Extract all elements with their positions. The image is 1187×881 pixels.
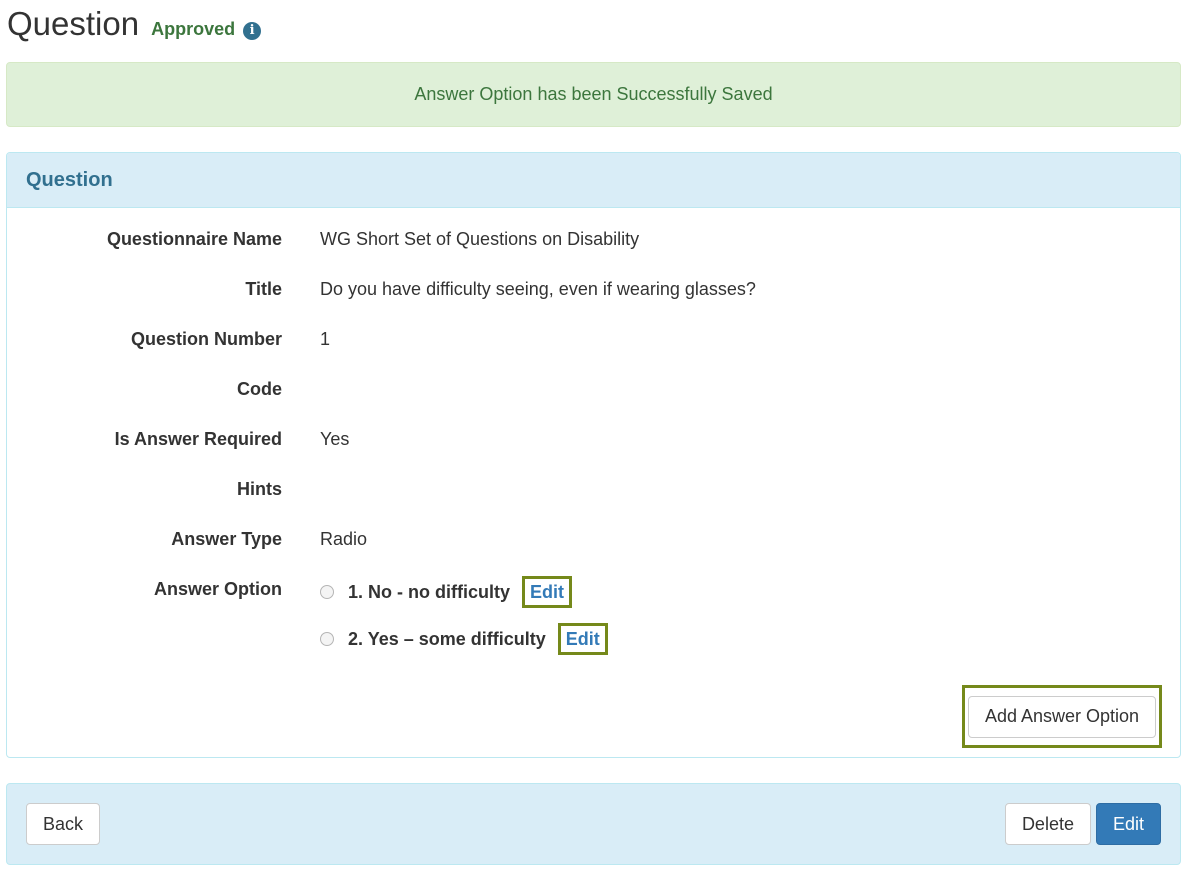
- panel-heading: Question: [7, 153, 1180, 208]
- field-value: WG Short Set of Questions on Disability: [320, 229, 640, 249]
- delete-button[interactable]: Delete: [1004, 803, 1091, 845]
- page-title: Question: [7, 5, 140, 42]
- field-label: Is Answer Required: [114, 429, 282, 449]
- footer-actions: Back Delete Edit: [6, 783, 1181, 865]
- question-panel: Question Questionnaire Name WG Short Set…: [6, 152, 1181, 758]
- field-value: Radio: [320, 529, 368, 549]
- field-label: Question Number: [130, 329, 282, 349]
- field-value: 1: [320, 329, 331, 349]
- field-code: Code: [7, 374, 1180, 404]
- answer-option-text: 2. Yes – some difficulty: [348, 628, 546, 649]
- radio-button[interactable]: [320, 632, 334, 646]
- field-value: Do you have difficulty seeing, even if w…: [320, 279, 756, 299]
- field-hints: Hints: [7, 474, 1180, 504]
- page-header: Question Approved i: [7, 2, 262, 46]
- field-label: Title: [245, 279, 282, 299]
- add-answer-option-button[interactable]: Add Answer Option: [967, 695, 1157, 738]
- success-alert: Answer Option has been Successfully Save…: [6, 62, 1181, 127]
- edit-option-link[interactable]: Edit: [522, 576, 572, 608]
- field-value: Yes: [320, 429, 350, 449]
- field-label: Answer Type: [171, 529, 282, 549]
- info-icon[interactable]: i: [243, 22, 262, 40]
- edit-button[interactable]: Edit: [1095, 803, 1161, 845]
- back-button[interactable]: Back: [26, 803, 101, 845]
- field-questionnaire-name: Questionnaire Name WG Short Set of Quest…: [7, 224, 1180, 254]
- field-label: Questionnaire Name: [106, 229, 282, 249]
- field-label: Answer Option: [153, 579, 282, 599]
- answer-option-text: 1. No - no difficulty: [348, 581, 510, 602]
- field-answer-type: Answer Type Radio: [7, 524, 1180, 554]
- field-is-answer-required: Is Answer Required Yes: [7, 424, 1180, 454]
- add-answer-option-highlight: Add Answer Option: [962, 685, 1162, 748]
- status-badge: Approved: [151, 19, 236, 39]
- field-title: Title Do you have difficulty seeing, eve…: [7, 274, 1180, 304]
- answer-option-item: 1. No - no difficulty Edit: [320, 575, 572, 609]
- field-label: Hints: [237, 479, 282, 499]
- answer-option-item: 2. Yes – some difficulty Edit: [320, 622, 608, 656]
- edit-option-link[interactable]: Edit: [557, 623, 608, 655]
- radio-button[interactable]: [320, 585, 334, 599]
- alert-message: Answer Option has been Successfully Save…: [414, 84, 773, 104]
- field-question-number: Question Number 1: [7, 324, 1180, 354]
- field-answer-option: Answer Option: [7, 574, 1180, 604]
- field-label: Code: [237, 379, 282, 399]
